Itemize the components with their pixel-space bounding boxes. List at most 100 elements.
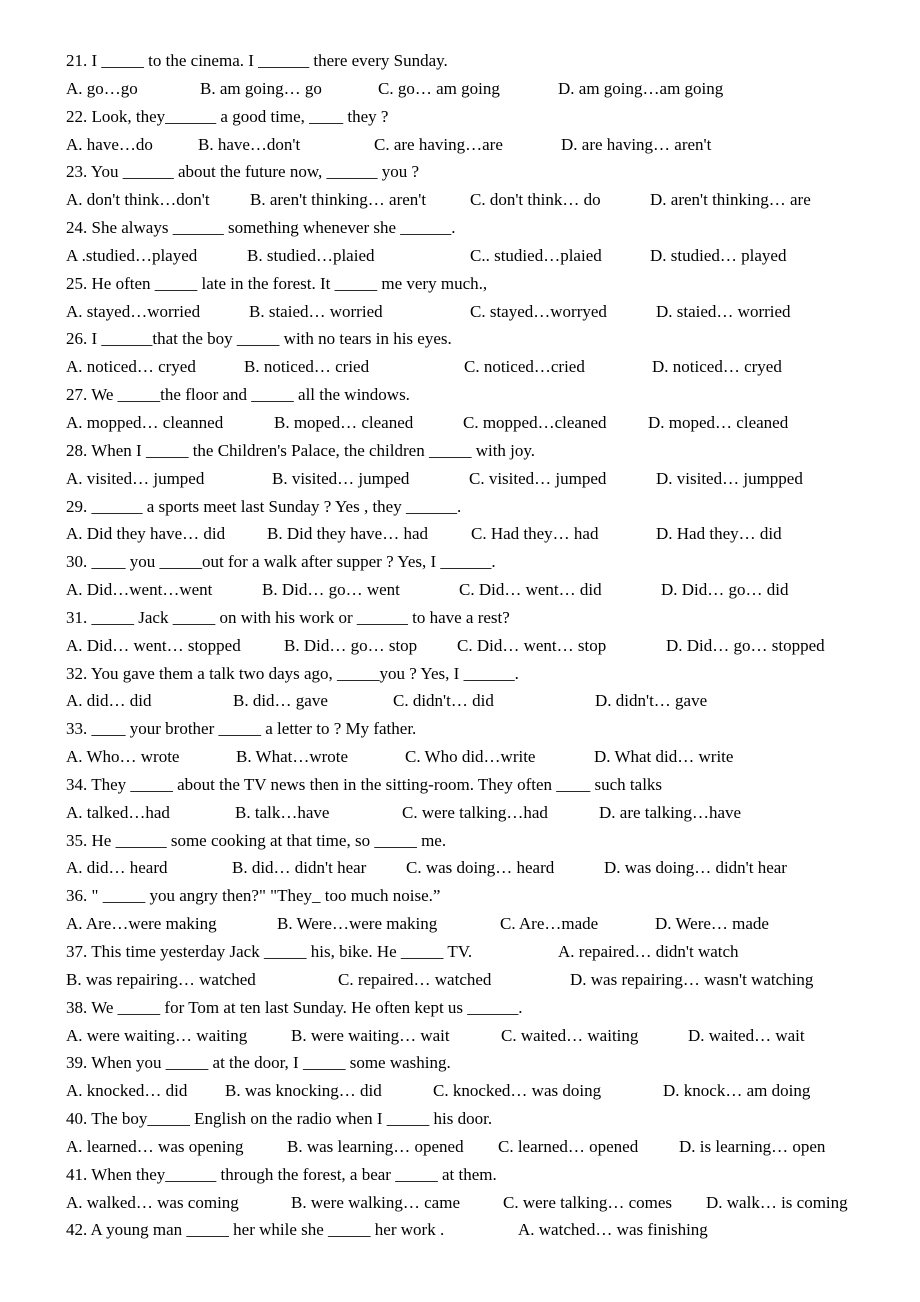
answer-option[interactable]: D. are talking…have [599, 799, 741, 827]
answer-option[interactable]: A. Are…were making [66, 910, 217, 938]
answer-option[interactable]: C. don't think… do [470, 186, 601, 214]
answer-option[interactable]: A. visited… jumped [66, 465, 204, 493]
answer-option[interactable]: D. staied… worried [656, 298, 791, 326]
answer-option[interactable]: C. were talking… comes [503, 1189, 672, 1217]
question-stem-line: 33. ____ your brother _____ a letter to … [66, 715, 886, 743]
answer-option[interactable]: D. are having… aren't [561, 131, 711, 159]
answer-option[interactable]: A. were waiting… waiting [66, 1022, 247, 1050]
answer-option[interactable]: A .studied…played [66, 242, 197, 270]
answer-option[interactable]: A. mopped… cleanned [66, 409, 223, 437]
answer-option[interactable]: D. studied… played [650, 242, 786, 270]
answer-option[interactable]: B. did… gave [233, 687, 328, 715]
answer-option[interactable]: B. moped… cleaned [274, 409, 413, 437]
answer-option[interactable]: C. Are…made [500, 910, 598, 938]
answer-option[interactable]: C. repaired… watched [338, 966, 491, 994]
answer-option[interactable]: D. Did… go… stopped [666, 632, 825, 660]
answer-option[interactable]: D. walk… is coming [706, 1189, 848, 1217]
answer-option[interactable]: C. stayed…worryed [470, 298, 607, 326]
answer-option[interactable]: D. knock… am doing [663, 1077, 810, 1105]
options-line: A. did… heard B. did… didn't hear C. was d… [66, 854, 886, 882]
question-stem-line: 22. Look, they______ a good time, ____ t… [66, 103, 886, 131]
answer-option[interactable]: A. knocked… did [66, 1077, 187, 1105]
answer-option[interactable]: B. staied… worried [249, 298, 383, 326]
answer-option[interactable]: B. Were…were making [277, 910, 437, 938]
answer-option[interactable]: D. is learning… open [679, 1133, 825, 1161]
answer-option[interactable]: B. were waiting… wait [291, 1022, 450, 1050]
question-stem-line: 25. He often _____ late in the forest. I… [66, 270, 886, 298]
answer-option[interactable]: A. learned… was opening [66, 1133, 244, 1161]
answer-option[interactable]: A. Did…went…went [66, 576, 212, 604]
answer-option[interactable]: B. noticed… cried [244, 353, 369, 381]
answer-option[interactable]: B. aren't thinking… aren't [250, 186, 426, 214]
answer-option[interactable]: D. moped… cleaned [648, 409, 788, 437]
answer-option[interactable]: A. did… heard [66, 854, 168, 882]
answer-option[interactable]: A. noticed… cryed [66, 353, 196, 381]
answer-option[interactable]: D. Did… go… did [661, 576, 789, 604]
answer-option[interactable]: D. visited… jumpped [656, 465, 803, 493]
answer-option[interactable]: D. was doing… didn't hear [604, 854, 787, 882]
question-stem-line: 37. This time yesterday Jack _____ his, … [66, 938, 886, 966]
answer-option[interactable]: B. were walking… came [291, 1189, 460, 1217]
answer-option[interactable]: B. talk…have [235, 799, 329, 827]
answer-option[interactable]: B. was learning… opened [287, 1133, 464, 1161]
answer-option[interactable]: C. were talking…had [402, 799, 548, 827]
answer-option[interactable]: C. Had they… had [471, 520, 598, 548]
answer-option[interactable]: C. was doing… heard [406, 854, 554, 882]
question-stem-line: 30. ____ you _____out for a walk after s… [66, 548, 886, 576]
options-line: A. were waiting… waiting B. were waiting…… [66, 1022, 886, 1050]
answer-option[interactable]: C. are having…are [374, 131, 503, 159]
question-stem-line: 32. You gave them a talk two days ago, _… [66, 660, 886, 688]
answer-option[interactable]: D. Had they… did [656, 520, 782, 548]
answer-option[interactable]: C. noticed…cried [464, 353, 585, 381]
answer-option[interactable]: C. Did… went… stop [457, 632, 606, 660]
answer-option[interactable]: B. did… didn't hear [232, 854, 366, 882]
answer-option[interactable]: D. Were… made [655, 910, 769, 938]
answer-option[interactable]: A. Did… went… stopped [66, 632, 241, 660]
answer-option[interactable]: C. knocked… was doing [433, 1077, 601, 1105]
answer-option[interactable]: C. mopped…cleaned [463, 409, 607, 437]
answer-option[interactable]: A. talked…had [66, 799, 170, 827]
options-line: A. Did they have… did B. Did they have… h… [66, 520, 886, 548]
answer-option[interactable]: D. didn't… gave [595, 687, 707, 715]
answer-option[interactable]: B. visited… jumped [272, 465, 409, 493]
answer-option[interactable]: C. go… am going [378, 75, 500, 103]
answer-option[interactable]: A. have…do [66, 131, 153, 159]
answer-option[interactable]: A. go…go [66, 75, 138, 103]
answer-option[interactable]: C. learned… opened [498, 1133, 638, 1161]
answer-option[interactable]: B. What…wrote [236, 743, 348, 771]
answer-option[interactable]: C. Who did…write [405, 743, 535, 771]
answer-option[interactable]: B. have…don't [198, 131, 300, 159]
answer-option[interactable]: A. don't think…don't [66, 186, 210, 214]
answer-option[interactable]: A. stayed…worried [66, 298, 200, 326]
answer-option[interactable]: B. Did they have… had [267, 520, 428, 548]
answer-option[interactable]: C. Did… went… did [459, 576, 602, 604]
answer-option[interactable]: A. walked… was coming [66, 1189, 239, 1217]
answer-option[interactable]: D. was repairing… wasn't watching [570, 966, 813, 994]
answer-option[interactable]: D. waited… wait [688, 1022, 805, 1050]
question-stem: 40. The boy_____ English on the radio wh… [66, 1109, 493, 1129]
answer-option[interactable]: A. Who… wrote [66, 743, 179, 771]
answer-option[interactable]: B. Did… go… went [262, 576, 400, 604]
answer-option[interactable]: A. repaired… didn't watch [558, 938, 739, 966]
answer-option[interactable]: A. did… did [66, 687, 151, 715]
answer-option[interactable]: C. visited… jumped [469, 465, 606, 493]
answer-option[interactable]: D. noticed… cryed [652, 353, 782, 381]
answer-option[interactable]: B. was knocking… did [225, 1077, 382, 1105]
question-stem: 38. We _____ for Tom at ten last Sunday.… [66, 997, 523, 1017]
options-line: A. visited… jumped B. visited… jumped C. v… [66, 465, 886, 493]
answer-option[interactable]: B. was repairing… watched [66, 966, 256, 994]
answer-option[interactable]: B. Did… go… stop [284, 632, 417, 660]
answer-option[interactable]: C. waited… waiting [501, 1022, 638, 1050]
question-stem: 42. A young man _____ her while she ____… [66, 1220, 445, 1240]
answer-option[interactable]: D. aren't thinking… are [650, 186, 811, 214]
answer-option[interactable]: B. studied…plaied [247, 242, 374, 270]
answer-option[interactable]: C.. studied…plaied [470, 242, 602, 270]
answer-option[interactable]: A. watched… was finishing [518, 1216, 708, 1244]
answer-option[interactable]: A. Did they have… did [66, 520, 225, 548]
answer-option[interactable]: B. am going… go [200, 75, 322, 103]
question-stem: 22. Look, they______ a good time, ____ t… [66, 106, 389, 126]
answer-option[interactable]: C. didn't… did [393, 687, 494, 715]
answer-option[interactable]: D. am going…am going [558, 75, 723, 103]
options-line: A. go…go B. am going… go C. go… am going D.… [66, 75, 886, 103]
answer-option[interactable]: D. What did… write [594, 743, 733, 771]
